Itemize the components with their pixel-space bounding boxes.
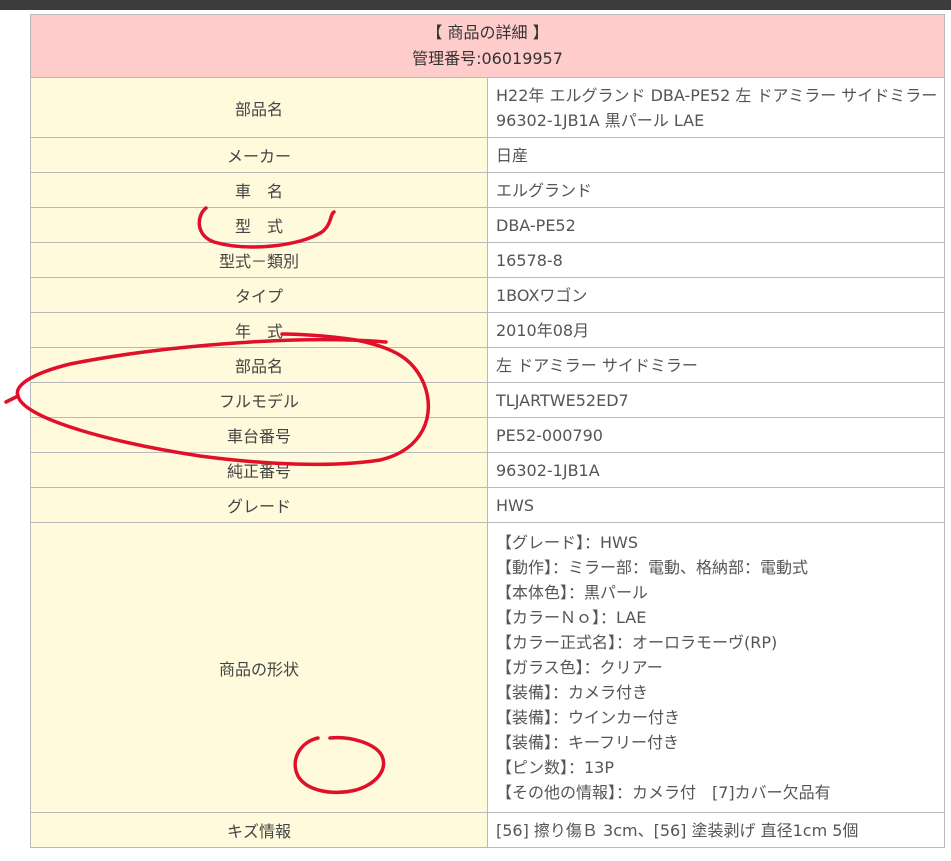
row-label: 純正番号 [30, 452, 488, 488]
table-row: 部品名 左 ドアミラー サイドミラー [30, 347, 945, 383]
row-label: 商品の形状 [30, 522, 488, 813]
row-value: 2010年08月 [487, 312, 945, 348]
row-label: 車 名 [30, 172, 488, 208]
shape-spec-list: 【グレード】：HWS 【動作】：ミラー部：電動、格納部：電動式 【本体色】：黒パ… [487, 522, 945, 813]
table-row: タイプ 1BOXワゴン [30, 277, 945, 313]
row-label: 部品名 [30, 77, 488, 138]
row-value: PE52-000790 [487, 417, 945, 453]
table-row: 型式－類別 16578-8 [30, 242, 945, 278]
product-detail-container: 【 商品の詳細 】 管理番号:06019957 部品名 H22年 エルグランド … [30, 14, 945, 848]
row-value: HWS [487, 487, 945, 523]
spec-line: 【カラーＮｏ】：LAE [496, 608, 647, 627]
row-label: グレード [30, 487, 488, 523]
spec-line: 【装備】：ウインカー付き [496, 708, 681, 727]
table-row: キズ情報 [56] 擦り傷Ｂ 3cm、[56] 塗装剥げ 直径1cm 5個 [30, 812, 945, 848]
spec-line: 【カラー正式名】：オーロラモーヴ(RP) [496, 633, 778, 652]
row-label: 部品名 [30, 347, 488, 383]
row-value: 1BOXワゴン [487, 277, 945, 313]
row-value: TLJARTWE52ED7 [487, 382, 945, 418]
detail-title: 【 商品の詳細 】 [426, 23, 549, 42]
row-label: キズ情報 [30, 812, 488, 848]
row-value: H22年 エルグランド DBA-PE52 左 ドアミラー サイドミラー 9630… [487, 77, 945, 138]
row-label: タイプ [30, 277, 488, 313]
row-label: 年 式 [30, 312, 488, 348]
row-value: DBA-PE52 [487, 207, 945, 243]
product-detail-table: 【 商品の詳細 】 管理番号:06019957 部品名 H22年 エルグランド … [30, 14, 945, 848]
row-value: [56] 擦り傷Ｂ 3cm、[56] 塗装剥げ 直径1cm 5個 [487, 812, 945, 848]
row-value: エルグランド [487, 172, 945, 208]
table-row: 車台番号 PE52-000790 [30, 417, 945, 453]
row-value: 16578-8 [487, 242, 945, 278]
spec-line: 【ピン数】：13P [496, 758, 615, 777]
table-row: 年 式 2010年08月 [30, 312, 945, 348]
row-value: 左 ドアミラー サイドミラー [487, 347, 945, 383]
spec-line: 【ガラス色】：クリアー [496, 658, 663, 677]
table-row: 型 式 DBA-PE52 [30, 207, 945, 243]
table-row: グレード HWS [30, 487, 945, 523]
table-row: フルモデル TLJARTWE52ED7 [30, 382, 945, 418]
row-label: 型式－類別 [30, 242, 488, 278]
table-row: メーカー 日産 [30, 137, 945, 173]
annotation-tail-left [4, 394, 20, 404]
table-header: 【 商品の詳細 】 管理番号:06019957 [30, 14, 945, 78]
spec-line: 【その他の情報】：カメラ付 [7]カバー欠品有 [496, 783, 831, 802]
row-label: 型 式 [30, 207, 488, 243]
row-label: フルモデル [30, 382, 488, 418]
spec-line: 【本体色】：黒パール [496, 583, 649, 602]
spec-line: 【装備】：カメラ付き [496, 683, 649, 702]
spec-line: 【動作】：ミラー部：電動、格納部：電動式 [496, 558, 809, 577]
top-bar [0, 0, 951, 10]
row-value: 96302-1JB1A [487, 452, 945, 488]
row-label: 車台番号 [30, 417, 488, 453]
row-label: メーカー [30, 137, 488, 173]
management-number: 管理番号:06019957 [412, 49, 563, 68]
table-row: 部品名 H22年 エルグランド DBA-PE52 左 ドアミラー サイドミラー … [30, 77, 945, 138]
spec-line: 【装備】：キーフリー付き [496, 733, 680, 752]
table-row-shape: 商品の形状 【グレード】：HWS 【動作】：ミラー部：電動、格納部：電動式 【本… [30, 522, 945, 813]
table-row: 純正番号 96302-1JB1A [30, 452, 945, 488]
spec-line: 【グレード】：HWS [496, 533, 639, 552]
row-value: 日産 [487, 137, 945, 173]
table-row: 車 名 エルグランド [30, 172, 945, 208]
